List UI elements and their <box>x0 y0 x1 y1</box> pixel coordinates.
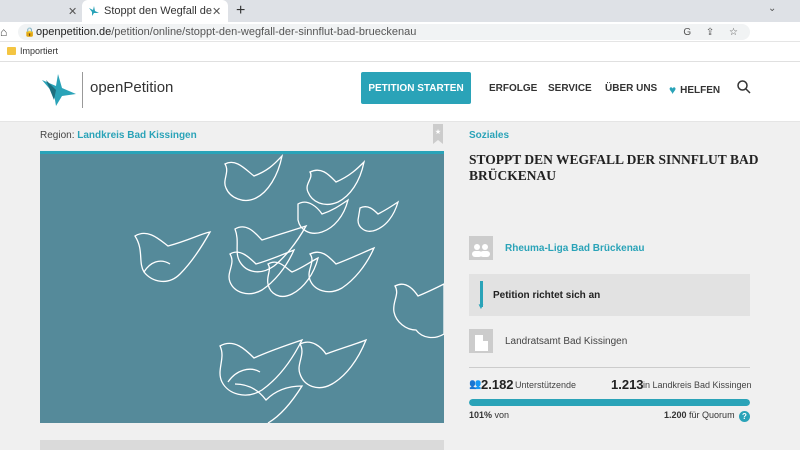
site-header: openPetition PETITION STARTEN ERFOLGE SE… <box>0 62 800 122</box>
folder-icon <box>7 47 16 55</box>
bookmark-folder-importiert[interactable]: Importiert <box>20 46 58 56</box>
content-strip <box>40 440 444 450</box>
petition-hero-image <box>40 151 445 424</box>
petition-title: STOPPT DEN WEGFALL DER SINNFLUT BAD BRÜC… <box>469 152 759 183</box>
addressed-to-label: Petition richtet sich an <box>493 290 601 301</box>
quorum-value: 1.200 <box>664 410 687 420</box>
new-tab-button[interactable]: + <box>236 2 245 20</box>
category-link[interactable]: Soziales <box>469 130 509 141</box>
back-icon[interactable]: ⌂ <box>0 25 7 39</box>
nav-helfen-label: HELFEN <box>680 84 721 96</box>
url-field[interactable]: 🔒 openpetition.de/petition/online/stoppt… <box>18 24 750 40</box>
divider <box>469 367 750 368</box>
building-icon <box>469 329 493 353</box>
doves-illustration <box>134 154 445 424</box>
search-icon[interactable] <box>737 80 751 94</box>
quorum-label: für Quorum <box>689 410 735 420</box>
region-line: Region: Landkreis Bad Kissingen <box>40 130 197 141</box>
openpetition-favicon-icon <box>89 6 99 16</box>
nav-service[interactable]: SERVICE <box>548 83 592 94</box>
logo-divider <box>82 72 83 108</box>
browser-tab-active[interactable]: Stoppt den Wegfall der Sinnflut Bad Brüc… <box>82 0 228 22</box>
bookmarks-bar: Importiert <box>0 42 800 62</box>
supporters-icon: 👥 <box>469 379 482 390</box>
address-bar-row: ⌂ 🔒 openpetition.de/petition/online/stop… <box>0 22 800 42</box>
openpetition-logo-icon[interactable] <box>40 70 80 110</box>
logo-text[interactable]: openPetition <box>90 79 173 96</box>
quorum-progress-bar <box>469 399 750 406</box>
close-tab-icon[interactable]: ✕ <box>212 5 221 18</box>
start-petition-button[interactable]: PETITION STARTEN <box>361 72 471 104</box>
recipient-name: Landratsamt Bad Kissingen <box>505 336 628 347</box>
percent-label: von <box>494 410 510 420</box>
help-icon[interactable]: ? <box>739 411 750 422</box>
url-path: /petition/online/stoppt-den-wegfall-der-… <box>111 26 417 38</box>
region-label: Region: <box>40 130 75 141</box>
url-domain: openpetition.de <box>36 26 112 38</box>
petition-content: Region: Landkreis Bad Kissingen ★ Sozial… <box>0 122 800 450</box>
nav-helfen[interactable]: ♥ HELFEN <box>669 83 720 97</box>
nav-ueber-uns[interactable]: ÜBER UNS <box>605 83 657 94</box>
regional-label: in Landkreis Bad Kissingen <box>643 380 752 390</box>
progress-fill <box>469 399 750 406</box>
addressed-to-box: ▼ Petition richtet sich an <box>469 274 750 316</box>
address-bar-icons[interactable]: G ⇪ ☆ <box>683 27 744 38</box>
browser-tab-inactive[interactable]: ✕ <box>0 0 82 22</box>
quorum-target: 1.200 für Quorum <box>664 410 735 420</box>
svg-text:★: ★ <box>435 128 441 136</box>
regional-count: 1.213 <box>611 377 644 392</box>
quorum-percent: 101% von <box>469 410 509 420</box>
lock-icon[interactable]: 🔒 <box>24 27 35 38</box>
bookmark-star-icon[interactable]: ★ <box>433 124 443 144</box>
author-avatar <box>469 236 493 260</box>
users-icon <box>472 244 490 257</box>
percent-value: 101% <box>469 410 493 420</box>
arrow-down-icon: ▼ <box>477 302 485 311</box>
supporters-count: 2.182 <box>481 377 514 392</box>
supporters-label: Unterstützende <box>515 380 577 390</box>
heart-icon: ♥ <box>669 83 677 97</box>
nav-erfolge[interactable]: ERFOLGE <box>489 83 537 94</box>
close-tab-icon[interactable]: ✕ <box>68 5 77 18</box>
tab-strip: ✕ Stoppt den Wegfall der Sinnflut Bad Br… <box>0 0 800 22</box>
author-link[interactable]: Rheuma-Liga Bad Brückenau <box>505 243 644 254</box>
tab-title: Stoppt den Wegfall der Sinnflut Bad Brüc… <box>104 5 212 17</box>
region-link[interactable]: Landkreis Bad Kissingen <box>77 130 196 141</box>
chevron-down-icon[interactable]: ⌄ <box>768 3 776 14</box>
